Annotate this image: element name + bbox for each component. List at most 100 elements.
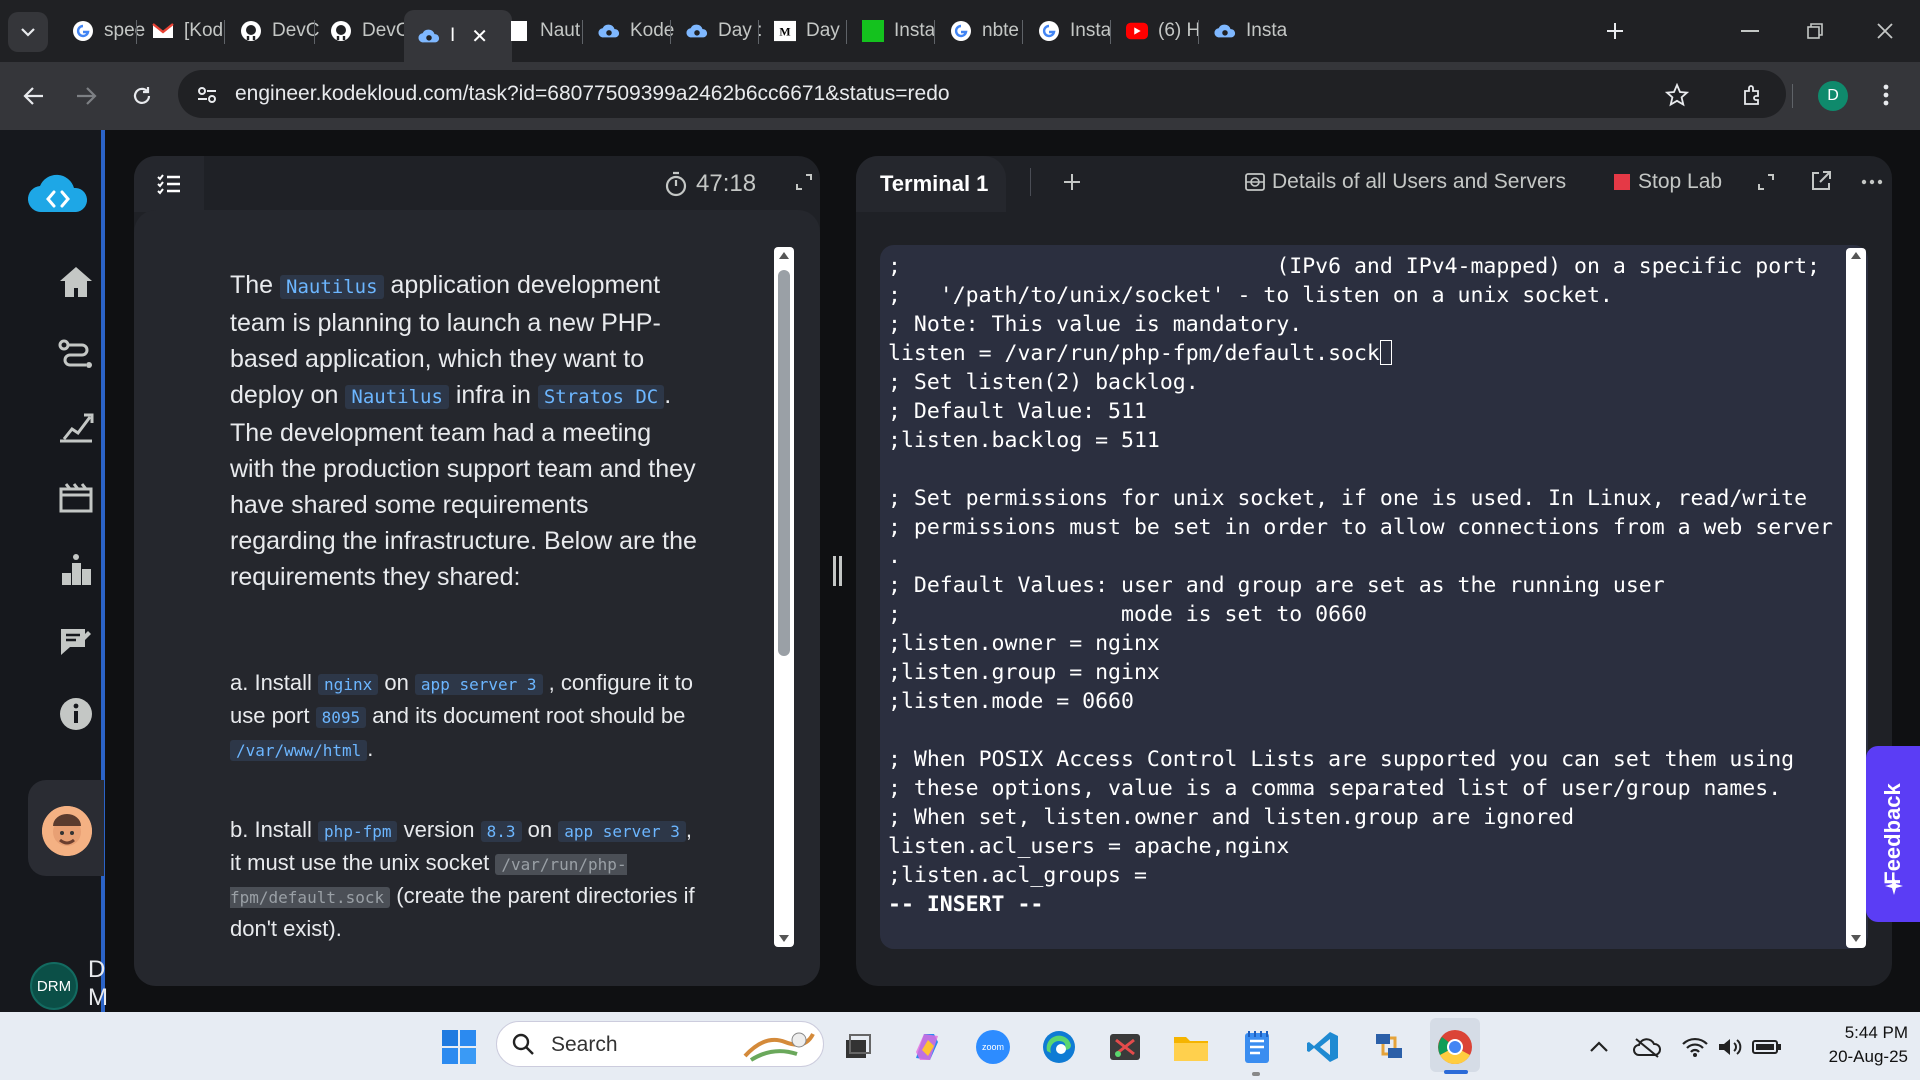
extensions-icon[interactable] — [1738, 80, 1768, 110]
forward-button[interactable] — [68, 80, 104, 112]
file-explorer-icon[interactable] — [1168, 1024, 1214, 1070]
panel-splitter[interactable] — [831, 556, 843, 586]
gmail-icon — [152, 20, 174, 42]
kodekloud-logo[interactable] — [26, 170, 90, 220]
edge-icon[interactable] — [1036, 1024, 1082, 1070]
windows-start-icon[interactable] — [436, 1024, 482, 1070]
leaderboard-icon[interactable] — [56, 550, 96, 590]
site-info-icon[interactable] — [194, 82, 220, 108]
browser-tab-label: Kode — [630, 20, 675, 41]
timer-value: 47:18 — [696, 170, 757, 197]
terminal-line: ; Note: This value is mandatory. — [888, 312, 1303, 337]
close-tab-icon[interactable]: ✕ — [471, 24, 488, 49]
tab-separator — [670, 20, 671, 44]
terminal-more-button[interactable] — [1860, 172, 1884, 192]
terminal-line: ;listen.backlog = 511 — [888, 428, 1160, 453]
browser-tab[interactable]: Insta — [1200, 10, 1308, 52]
scroll-up-icon[interactable] — [778, 250, 790, 260]
profile-avatar[interactable]: D — [1818, 81, 1848, 111]
reload-button[interactable] — [124, 80, 160, 112]
expand-terminal-button[interactable] — [1754, 170, 1778, 194]
svg-text:M: M — [779, 25, 790, 39]
home-icon[interactable] — [56, 262, 96, 302]
browser-menu-button[interactable] — [1874, 80, 1898, 110]
chevron-up-icon[interactable] — [1576, 1024, 1622, 1070]
scroll-down-icon[interactable] — [1850, 934, 1862, 944]
clock-date: 20-Aug-25 — [1828, 1047, 1908, 1066]
terminal-scrollbar[interactable] — [1846, 248, 1866, 948]
stopwatch-icon — [665, 171, 687, 197]
inline-code: app server 3 — [414, 674, 543, 695]
bookmark-star-icon[interactable] — [1662, 80, 1692, 110]
new-terminal-button[interactable] — [1058, 168, 1086, 196]
svg-text:zoom: zoom — [982, 1042, 1004, 1052]
task-list-tab[interactable] — [134, 156, 204, 212]
network-app-icon[interactable] — [1366, 1024, 1412, 1070]
notepad-icon[interactable] — [1234, 1024, 1280, 1070]
feedback-label: Feedback — [1880, 783, 1905, 885]
sidebar-accent-border — [101, 130, 105, 1012]
terminal-line: ;listen.group = nginx — [888, 660, 1160, 685]
text-segment: The — [230, 271, 281, 299]
details-label: Details of all Users and Servers — [1272, 170, 1567, 193]
progress-icon[interactable] — [56, 406, 96, 446]
onedrive-icon[interactable] — [1624, 1024, 1670, 1070]
restore-button[interactable] — [1800, 16, 1830, 46]
more-horizontal-icon — [1861, 179, 1883, 185]
requirement-a: a. Install nginx on app server 3 , confi… — [230, 667, 700, 766]
labs-icon[interactable] — [56, 478, 96, 518]
search-icon — [512, 1033, 534, 1055]
snipping-tool-icon[interactable] — [1102, 1024, 1148, 1070]
terminal-output[interactable]: ; (IPv6 and IPv4-mapped) on a specific p… — [888, 252, 1848, 919]
expand-icon — [796, 174, 812, 190]
browser-tab-label: Insta — [1246, 20, 1288, 41]
system-clock[interactable]: 5:44 PM 20-Aug-25 — [1798, 1021, 1908, 1069]
tab-separator — [846, 20, 847, 44]
terminal-line: ;listen.owner = nginx — [888, 631, 1160, 656]
copilot-icon[interactable] — [904, 1024, 950, 1070]
route-icon[interactable] — [56, 334, 96, 374]
timer: 47:18 — [664, 166, 756, 202]
requirement-b: b. Install php-fpm version 8.3 on app se… — [230, 814, 700, 944]
info-icon[interactable] — [56, 694, 96, 734]
zoom-icon[interactable]: zoom — [970, 1024, 1016, 1070]
close-icon — [1877, 23, 1893, 39]
arrow-right-icon — [77, 87, 97, 105]
notes-icon[interactable] — [56, 622, 96, 662]
task-view-icon[interactable] — [834, 1024, 880, 1070]
battery-icon[interactable] — [1744, 1024, 1790, 1070]
tab-divider — [1030, 168, 1031, 196]
terminal-line: ; mode is set to 0660 — [888, 602, 1367, 627]
terminal-line: ;listen.acl_groups = — [888, 863, 1147, 888]
inline-code: 8095 — [315, 707, 367, 728]
url-text[interactable]: engineer.kodekloud.com/task?id=680775093… — [235, 82, 950, 106]
sidebar-avatar-panel[interactable] — [28, 780, 104, 876]
tab-search-button[interactable] — [8, 12, 48, 52]
tab-separator — [1022, 20, 1023, 44]
close-window-button[interactable] — [1870, 16, 1900, 46]
scroll-down-icon[interactable] — [778, 934, 790, 944]
more-vertical-icon — [1883, 84, 1889, 106]
terminal-line: listen = /var/run/php-fpm/default.sock — [888, 339, 1848, 368]
stop-lab-label: Stop Lab — [1638, 170, 1723, 193]
stop-lab-button[interactable]: Stop Lab — [1614, 166, 1722, 198]
vscode-icon[interactable] — [1300, 1024, 1346, 1070]
tab-separator — [582, 20, 583, 44]
browser-tab-label: I — [450, 25, 456, 46]
scroll-up-icon[interactable] — [1850, 250, 1862, 260]
restore-icon — [1807, 23, 1823, 39]
user-badge[interactable]: DRM — [30, 962, 78, 1010]
tab-separator — [224, 20, 225, 44]
chrome-icon[interactable] — [1432, 1024, 1478, 1070]
tab-terminal-1[interactable]: Terminal 1 — [856, 156, 1006, 212]
new-tab-button[interactable] — [1600, 16, 1630, 46]
back-button[interactable] — [16, 80, 52, 112]
expand-task-button[interactable] — [792, 170, 816, 194]
taskbar-search[interactable]: Search — [496, 1021, 824, 1067]
details-users-servers-button[interactable]: Details of all Users and Servers — [1244, 166, 1566, 198]
task-scrollbar-thumb[interactable] — [778, 270, 790, 656]
task-description: The Nautilus application development tea… — [230, 267, 700, 595]
terminal-line: ; When set, listen.owner and listen.grou… — [888, 805, 1575, 830]
minimize-button[interactable] — [1735, 18, 1765, 44]
open-external-button[interactable] — [1808, 168, 1834, 194]
